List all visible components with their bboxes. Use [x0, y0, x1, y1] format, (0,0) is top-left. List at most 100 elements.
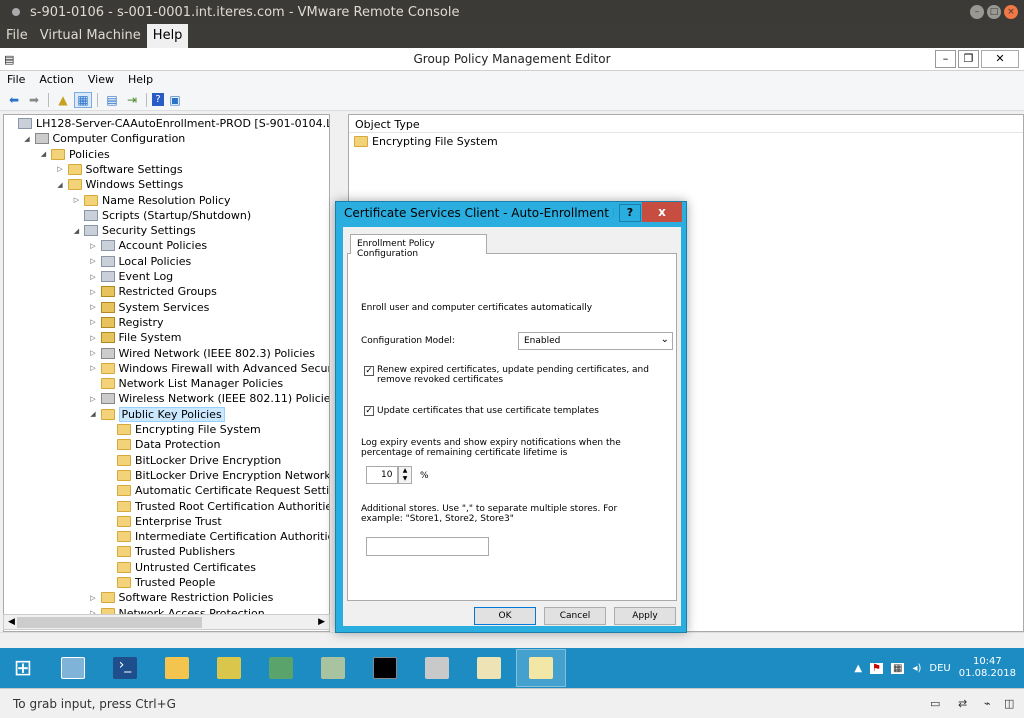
vmrc-menu-help[interactable]: Help [146, 24, 189, 48]
taskbar-explorer[interactable] [152, 649, 202, 687]
tree-item[interactable]: ◢ Windows Settings [56, 177, 183, 192]
tree-item[interactable]: ▷ Windows Firewall with Advanced Security [89, 361, 329, 376]
tree-item[interactable]: ▷ Software Settings [56, 162, 182, 177]
removable-device-icon[interactable]: ▭ [930, 697, 940, 710]
configuration-model-select[interactable]: Enabled ⌄ [518, 332, 673, 350]
help-icon[interactable]: ? [152, 93, 164, 106]
tree-item[interactable]: Data Protection [105, 437, 220, 452]
tree-item[interactable]: ▷ Restricted Groups [89, 284, 217, 299]
menu-file[interactable]: File [0, 71, 32, 89]
scroll-left-icon[interactable]: ◀ [8, 617, 15, 627]
scroll-thumb[interactable] [16, 616, 202, 628]
ok-button[interactable]: OK [474, 607, 536, 625]
tree-item[interactable]: ▷ System Services [89, 300, 209, 315]
taskbar-mmc[interactable] [412, 649, 462, 687]
renew-checkbox[interactable]: ✓ [364, 366, 374, 376]
tree-item[interactable]: Trusted Root Certification Authorities [105, 499, 329, 514]
taskbar-ca[interactable] [308, 649, 358, 687]
export-list-icon[interactable]: ⇥ [123, 92, 141, 108]
tree-item[interactable]: Trusted People [105, 575, 215, 590]
tree-item[interactable]: ▷ Account Policies [89, 238, 207, 253]
tree-item[interactable]: Trusted Publishers [105, 544, 235, 559]
expanded-arrow-icon[interactable]: ◢ [39, 150, 48, 158]
show-tree-icon[interactable]: ▦ [74, 91, 92, 108]
vmrc-menu-vm[interactable]: Virtual Machine [34, 24, 147, 48]
list-item[interactable]: Encrypting File System [349, 133, 1023, 149]
tree-item[interactable]: BitLocker Drive Encryption Network Unloc… [105, 468, 329, 483]
tab-enrollment-policy[interactable]: Enrollment Policy Configuration [350, 234, 487, 259]
spin-down-icon[interactable]: ▼ [399, 475, 411, 483]
tree-item[interactable]: LH128-Server-CAAutoEnrollment-PROD [S-90… [6, 116, 329, 131]
tree-item[interactable]: Intermediate Certification Authorities [105, 529, 329, 544]
tree-item[interactable]: ◢ Public Key Policies [89, 406, 225, 422]
collapsed-arrow-icon[interactable]: ▷ [72, 196, 81, 204]
tray-flag-icon[interactable]: ⚑ [870, 662, 884, 674]
properties-icon[interactable]: ▤ [103, 92, 121, 108]
collapsed-arrow-icon[interactable]: ▷ [89, 364, 98, 372]
collapsed-arrow-icon[interactable]: ▷ [89, 303, 98, 311]
forward-icon[interactable]: ➡ [25, 92, 43, 108]
tray-arrow-icon[interactable]: ▲ [854, 663, 862, 674]
collapsed-arrow-icon[interactable]: ▷ [89, 273, 98, 281]
taskbar-powershell[interactable]: ›_ [100, 649, 150, 687]
expanded-arrow-icon[interactable]: ◢ [89, 410, 98, 418]
collapsed-arrow-icon[interactable]: ▷ [89, 318, 98, 326]
dialog-close-button[interactable]: x [642, 202, 682, 222]
gpme-close-button[interactable]: ✕ [981, 50, 1019, 68]
tree-item[interactable]: ▷ Local Policies [89, 254, 191, 269]
tree-item[interactable]: BitLocker Drive Encryption [105, 453, 281, 468]
minimize-icon[interactable]: – [970, 5, 984, 19]
vmrc-menu-file[interactable]: File [0, 24, 34, 48]
collapsed-arrow-icon[interactable]: ▷ [89, 395, 98, 403]
collapsed-arrow-icon[interactable]: ▷ [89, 288, 98, 296]
tree-item[interactable]: ◢ Security Settings [72, 223, 196, 238]
tree-item[interactable]: ▷ Wireless Network (IEEE 802.11) Policies [89, 391, 329, 406]
scroll-right-icon[interactable]: ▶ [318, 617, 325, 627]
cancel-button[interactable]: Cancel [544, 607, 606, 625]
tray-language[interactable]: DEU [929, 663, 950, 674]
apply-button[interactable]: Apply [614, 607, 676, 625]
tree-item[interactable]: ▷ Name Resolution Policy [72, 193, 231, 208]
taskbar-ad-tool[interactable] [204, 649, 254, 687]
collapsed-arrow-icon[interactable]: ▷ [89, 349, 98, 357]
menu-view[interactable]: View [81, 71, 121, 89]
up-folder-icon[interactable]: ▲ [54, 92, 72, 108]
collapsed-arrow-icon[interactable]: ▷ [56, 165, 65, 173]
gpme-minimize-button[interactable]: – [935, 50, 956, 68]
menu-action[interactable]: Action [32, 71, 80, 89]
tree-item[interactable]: Automatic Certificate Request Settings [105, 483, 329, 498]
taskbar-cmd[interactable] [360, 649, 410, 687]
expanded-arrow-icon[interactable]: ◢ [72, 227, 81, 235]
taskbar-gpme[interactable] [516, 649, 566, 687]
collapsed-arrow-icon[interactable]: ▷ [89, 334, 98, 342]
audio-device-icon[interactable]: ◫ [1004, 697, 1014, 710]
tree-item[interactable]: Scripts (Startup/Shutdown) [72, 208, 251, 223]
percent-spinner[interactable]: ▲ ▼ [398, 466, 412, 484]
maximize-icon[interactable]: □ [987, 5, 1001, 19]
tree-item[interactable]: Enterprise Trust [105, 514, 222, 529]
tree-item[interactable]: Encrypting File System [105, 422, 261, 437]
tree-item[interactable]: ▷ Registry [89, 315, 163, 330]
additional-stores-input[interactable] [366, 537, 489, 556]
expanded-arrow-icon[interactable]: ◢ [23, 135, 32, 143]
tray-network-icon[interactable]: ▦ [891, 662, 905, 674]
collapsed-arrow-icon[interactable]: ▷ [89, 242, 98, 250]
gpme-restore-button[interactable]: ❐ [958, 50, 979, 68]
tree-item[interactable]: ◢ Computer Configuration [23, 131, 185, 146]
back-icon[interactable]: ⬅ [5, 92, 23, 108]
expanded-arrow-icon[interactable]: ◢ [56, 181, 65, 189]
taskbar-server-manager[interactable] [48, 649, 98, 687]
taskbar-gpmc[interactable] [464, 649, 514, 687]
tree-item[interactable]: ▷ Event Log [89, 269, 173, 284]
tree-item[interactable]: ▷ Wired Network (IEEE 802.3) Policies [89, 346, 315, 361]
tree-item[interactable]: Untrusted Certificates [105, 560, 256, 575]
close-icon[interactable]: × [1004, 5, 1018, 19]
collapsed-arrow-icon[interactable]: ▷ [89, 257, 98, 265]
start-button[interactable]: ⊞ [0, 649, 46, 687]
column-header-object-type[interactable]: Object Type [349, 115, 1023, 133]
menu-help[interactable]: Help [121, 71, 160, 89]
tree-item[interactable]: ▷ File System [89, 330, 181, 345]
tray-speaker-icon[interactable]: ◂) [912, 663, 921, 674]
collapsed-arrow-icon[interactable]: ▷ [89, 594, 98, 602]
update-checkbox[interactable]: ✓ [364, 406, 374, 416]
